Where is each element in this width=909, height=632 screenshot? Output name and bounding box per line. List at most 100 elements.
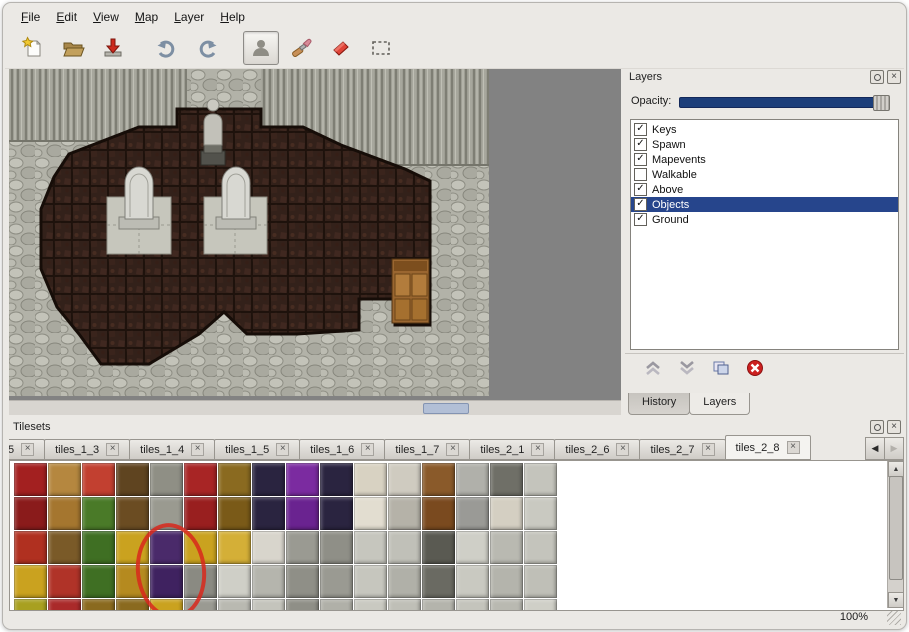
stamp-tool-button[interactable] bbox=[243, 31, 279, 65]
tile-2-6[interactable] bbox=[218, 531, 251, 564]
tile-0-11[interactable] bbox=[388, 463, 421, 496]
tile-0-8[interactable] bbox=[286, 463, 319, 496]
tile-1-8[interactable] bbox=[286, 497, 319, 530]
tile-2-5[interactable] bbox=[184, 531, 217, 564]
tile-3-9[interactable] bbox=[320, 565, 353, 598]
layer-row-keys[interactable]: ✓Keys bbox=[631, 122, 898, 137]
tile-2-0[interactable] bbox=[14, 531, 47, 564]
scroll-up-arrow[interactable]: ▲ bbox=[888, 461, 904, 477]
delete-layer-button[interactable] bbox=[743, 357, 767, 379]
menu-file[interactable]: File bbox=[13, 7, 48, 27]
tile-0-4[interactable] bbox=[150, 463, 183, 496]
tile-1-15[interactable] bbox=[524, 497, 557, 530]
tab-close-icon[interactable]: × bbox=[361, 443, 374, 456]
layer-row-ground[interactable]: ✓Ground bbox=[631, 212, 898, 227]
layer-visibility-checkbox[interactable]: ✓ bbox=[634, 198, 647, 211]
tile-0-10[interactable] bbox=[354, 463, 387, 496]
tile-2-7[interactable] bbox=[252, 531, 285, 564]
tile-1-13[interactable] bbox=[456, 497, 489, 530]
layer-row-walkable[interactable]: Walkable bbox=[631, 167, 898, 182]
tab-close-icon[interactable]: × bbox=[276, 443, 289, 456]
tile-2-15[interactable] bbox=[524, 531, 557, 564]
layer-visibility-checkbox[interactable]: ✓ bbox=[634, 183, 647, 196]
tile-1-4[interactable] bbox=[150, 497, 183, 530]
tile-0-9[interactable] bbox=[320, 463, 353, 496]
tile-1-6[interactable] bbox=[218, 497, 251, 530]
tab-history[interactable]: History bbox=[628, 393, 690, 415]
tile-1-5[interactable] bbox=[184, 497, 217, 530]
layer-row-spawn[interactable]: ✓Spawn bbox=[631, 137, 898, 152]
tile-0-3[interactable] bbox=[116, 463, 149, 496]
close-panel-icon[interactable]: × bbox=[887, 70, 901, 84]
resize-grip[interactable] bbox=[887, 611, 901, 625]
tile-3-1[interactable] bbox=[48, 565, 81, 598]
tile-0-1[interactable] bbox=[48, 463, 81, 496]
tab-close-icon[interactable]: × bbox=[702, 443, 715, 456]
tile-1-14[interactable] bbox=[490, 497, 523, 530]
menu-view[interactable]: View bbox=[85, 7, 127, 27]
close-panel-icon[interactable]: × bbox=[887, 420, 901, 434]
tile-0-13[interactable] bbox=[456, 463, 489, 496]
tile-3-14[interactable] bbox=[490, 565, 523, 598]
menu-help[interactable]: Help bbox=[212, 7, 253, 27]
float-panel-icon[interactable] bbox=[870, 70, 884, 84]
tile-3-5[interactable] bbox=[184, 565, 217, 598]
layer-row-mapevents[interactable]: ✓Mapevents bbox=[631, 152, 898, 167]
scrollbar-handle[interactable] bbox=[423, 403, 469, 414]
tile-3-15[interactable] bbox=[524, 565, 557, 598]
tile-1-10[interactable] bbox=[354, 497, 387, 530]
tab-close-icon[interactable]: × bbox=[446, 443, 459, 456]
tab-close-icon[interactable]: × bbox=[787, 441, 800, 454]
scrollbar-handle[interactable] bbox=[889, 476, 903, 580]
new-tool-button[interactable] bbox=[15, 31, 51, 65]
float-panel-icon[interactable] bbox=[870, 420, 884, 434]
tab-close-icon[interactable]: × bbox=[106, 443, 119, 456]
tile-1-2[interactable] bbox=[82, 497, 115, 530]
open-tool-button[interactable] bbox=[55, 31, 91, 65]
tile-3-3[interactable] bbox=[116, 565, 149, 598]
raise-layer-button[interactable] bbox=[641, 357, 665, 379]
tile-1-3[interactable] bbox=[116, 497, 149, 530]
opacity-slider-handle[interactable] bbox=[873, 95, 890, 111]
undo-tool-button[interactable] bbox=[149, 31, 185, 65]
tab-close-icon[interactable]: × bbox=[21, 443, 34, 456]
tile-1-7[interactable] bbox=[252, 497, 285, 530]
tile-3-4[interactable] bbox=[150, 565, 183, 598]
layer-visibility-checkbox[interactable]: ✓ bbox=[634, 153, 647, 166]
tile-0-7[interactable] bbox=[252, 463, 285, 496]
tile-3-0[interactable] bbox=[14, 565, 47, 598]
layer-visibility-checkbox[interactable]: ✓ bbox=[634, 123, 647, 136]
tile-2-10[interactable] bbox=[354, 531, 387, 564]
tile-3-2[interactable] bbox=[82, 565, 115, 598]
select-tool-button[interactable] bbox=[363, 31, 399, 65]
tile-1-11[interactable] bbox=[388, 497, 421, 530]
tile-1-12[interactable] bbox=[422, 497, 455, 530]
tile-2-3[interactable] bbox=[116, 531, 149, 564]
tile-2-13[interactable] bbox=[456, 531, 489, 564]
tileset-tab-tiles_1_5[interactable]: tiles_1_5× bbox=[214, 439, 300, 460]
tileset-tab-tiles_2_6[interactable]: tiles_2_6× bbox=[554, 439, 640, 460]
tile-2-4[interactable] bbox=[150, 531, 183, 564]
tile-1-0[interactable] bbox=[14, 497, 47, 530]
tile-0-14[interactable] bbox=[490, 463, 523, 496]
scroll-tabs-right-icon[interactable]: ▶ bbox=[884, 437, 904, 460]
tileset-tab-tiles_1_4[interactable]: tiles_1_4× bbox=[129, 439, 215, 460]
layer-visibility-checkbox[interactable]: ✓ bbox=[634, 138, 647, 151]
tile-1-9[interactable] bbox=[320, 497, 353, 530]
tile-2-1[interactable] bbox=[48, 531, 81, 564]
tab-layers[interactable]: Layers bbox=[689, 393, 750, 415]
tile-0-12[interactable] bbox=[422, 463, 455, 496]
redo-tool-button[interactable] bbox=[189, 31, 225, 65]
menu-edit[interactable]: Edit bbox=[48, 7, 85, 27]
menu-layer[interactable]: Layer bbox=[166, 7, 212, 27]
tile-1-1[interactable] bbox=[48, 497, 81, 530]
tileset-tab-tiles_2_8[interactable]: tiles_2_8× bbox=[725, 435, 811, 460]
scroll-down-arrow[interactable]: ▼ bbox=[888, 592, 904, 608]
scroll-tabs-left-icon[interactable]: ◀ bbox=[865, 437, 885, 460]
tile-0-5[interactable] bbox=[184, 463, 217, 496]
tileset-tab-tiles_1_7[interactable]: tiles_1_7× bbox=[384, 439, 470, 460]
tileset-tab-tiles_1_6[interactable]: tiles_1_6× bbox=[299, 439, 385, 460]
tile-2-9[interactable] bbox=[320, 531, 353, 564]
map-canvas[interactable] bbox=[9, 69, 489, 396]
eraser-tool-button[interactable] bbox=[323, 31, 359, 65]
